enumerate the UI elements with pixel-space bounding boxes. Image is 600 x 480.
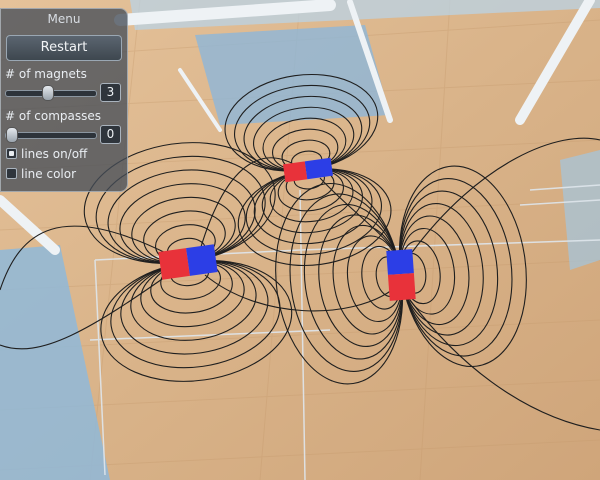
lines-checkbox[interactable] [6,148,17,159]
magnet-simulation-scene[interactable]: Menu Restart # of magnets 3 # of compass… [0,0,600,480]
magnet-2-north [282,161,308,183]
compasses-slider-knob[interactable] [6,127,18,143]
lines-toggle-label: lines on/off [21,147,88,161]
lines-toggle[interactable]: lines on/off [6,147,87,161]
compasses-label: # of compasses [5,109,101,123]
magnet-1-north [158,248,190,280]
compasses-value[interactable]: 0 [100,125,121,144]
magnet-1-south [186,244,218,276]
magnet-3-south [386,249,414,275]
line-color-toggle-label: line color [21,167,77,181]
menu-panel: Menu Restart # of magnets 3 # of compass… [0,8,128,192]
line-color-toggle[interactable]: line color [6,167,76,181]
compasses-slider[interactable] [5,127,97,143]
restart-button[interactable]: Restart [6,35,122,61]
magnets-label: # of magnets [5,67,87,81]
magnets-slider[interactable] [5,85,97,101]
magnets-slider-knob[interactable] [42,85,54,101]
magnet-3[interactable] [386,249,416,301]
magnets-value[interactable]: 3 [100,83,121,102]
line-color-checkbox[interactable] [6,168,17,179]
magnet-3-north [387,273,416,301]
menu-title: Menu [47,12,81,26]
magnet-2-south [304,157,334,180]
